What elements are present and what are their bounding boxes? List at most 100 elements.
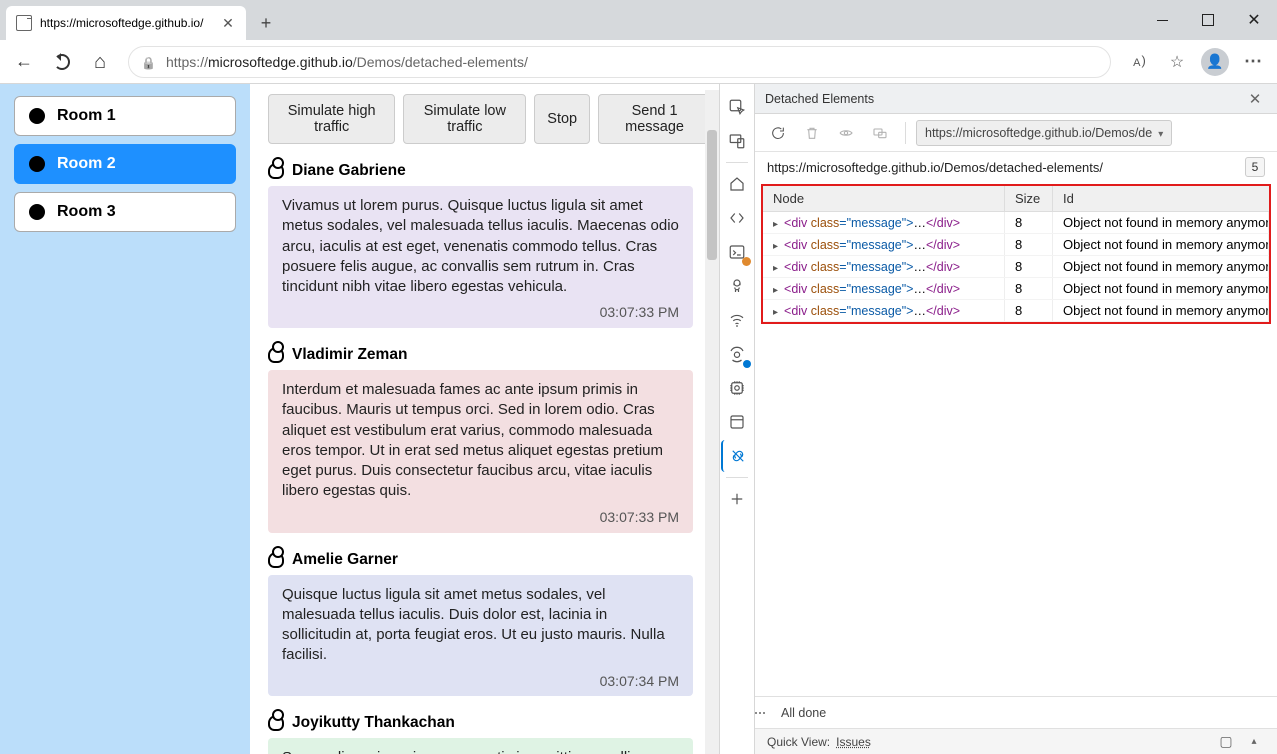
- nav-refresh-button[interactable]: [44, 44, 80, 80]
- page-scrollbar[interactable]: [705, 90, 719, 754]
- window-minimize-button[interactable]: [1139, 0, 1185, 40]
- frame-select[interactable]: https://microsoftedge.github.io/Demos/de: [916, 120, 1172, 146]
- send-message-button[interactable]: Send 1 message: [598, 94, 711, 144]
- detach-button[interactable]: [865, 118, 895, 148]
- room-status-dot: [29, 108, 45, 124]
- room-status-dot: [29, 204, 45, 220]
- message-author: Diane Gabriene: [268, 162, 693, 180]
- cell-id: Object not found in memory anymore: [1053, 300, 1269, 321]
- scrollbar-thumb[interactable]: [707, 130, 717, 260]
- tab-close-button[interactable]: ✕: [220, 15, 236, 31]
- cell-size: 8: [1005, 212, 1053, 233]
- detached-element-row[interactable]: <div class="message">…</div>8Object not …: [763, 300, 1269, 322]
- room-button-3[interactable]: Room 3: [14, 192, 236, 232]
- window-maximize-button[interactable]: [1185, 0, 1231, 40]
- collect-garbage-button[interactable]: [797, 118, 827, 148]
- column-header-node[interactable]: Node: [763, 186, 1005, 211]
- message: Amelie GarnerQuisque luctus ligula sit a…: [268, 551, 693, 697]
- expand-triangle-icon[interactable]: [773, 216, 778, 230]
- expand-triangle-icon[interactable]: [773, 238, 778, 252]
- detached-element-row[interactable]: <div class="message">…</div>8Object not …: [763, 234, 1269, 256]
- add-tool-button[interactable]: [721, 483, 753, 515]
- expand-triangle-icon[interactable]: [773, 282, 778, 296]
- devtools-tool-strip: [719, 84, 755, 754]
- cell-id: Object not found in memory anymore: [1053, 256, 1269, 277]
- devtools-close-button[interactable]: ✕: [1243, 87, 1267, 111]
- sources-tool-icon[interactable]: [721, 270, 753, 302]
- reading-mode-button[interactable]: [1121, 44, 1157, 80]
- person-icon: [268, 347, 284, 363]
- profile-button[interactable]: [1197, 44, 1233, 80]
- welcome-tool-icon[interactable]: [721, 168, 753, 200]
- inspect-element-icon[interactable]: [721, 91, 753, 123]
- message-body: Vivamus ut lorem purus. Quisque luctus l…: [282, 196, 679, 297]
- quick-view-label: Quick View:: [767, 735, 830, 749]
- room-label: Room 2: [57, 155, 116, 173]
- detached-element-row[interactable]: <div class="message">…</div>8Object not …: [763, 278, 1269, 300]
- cell-size: 8: [1005, 234, 1053, 255]
- favorite-button[interactable]: [1159, 44, 1195, 80]
- cell-size: 8: [1005, 278, 1053, 299]
- devtools-breadcrumb: https://microsoftedge.github.io/Demos/de…: [767, 160, 1103, 175]
- reveal-button[interactable]: [831, 118, 861, 148]
- person-icon: [268, 163, 284, 179]
- url-text: https://microsoftedge.github.io/Demos/de…: [166, 54, 528, 70]
- url-field[interactable]: https://microsoftedge.github.io/Demos/de…: [128, 46, 1111, 78]
- console-warning-badge: [742, 257, 751, 266]
- window-controls: ✕: [1139, 0, 1277, 40]
- detached-elements-tool-icon[interactable]: [721, 440, 753, 472]
- new-tab-button[interactable]: +: [252, 9, 280, 37]
- chevron-down-icon: [1158, 126, 1163, 140]
- devtools-more-button[interactable]: [745, 698, 775, 728]
- message-body: Quisque luctus ligula sit amet metus sod…: [282, 585, 679, 666]
- memory-tool-icon[interactable]: [721, 372, 753, 404]
- author-name: Vladimir Zeman: [292, 346, 407, 364]
- quick-view-dock-icon[interactable]: [1215, 731, 1237, 753]
- cell-id: Object not found in memory anymore: [1053, 234, 1269, 255]
- refresh-detached-button[interactable]: [763, 118, 793, 148]
- devtools-status-text: All done: [781, 706, 826, 720]
- detached-element-row[interactable]: <div class="message">…</div>8Object not …: [763, 212, 1269, 234]
- message-list: Diane Gabriene Vivamus ut lorem purus. Qu…: [268, 162, 711, 754]
- expand-triangle-icon[interactable]: [773, 304, 778, 318]
- devtools-panel-title: Detached Elements: [765, 92, 874, 106]
- person-icon: [268, 552, 284, 568]
- message-bubble: Suspendisse risus risus, venenatis in sa…: [268, 738, 693, 754]
- simulate-low-traffic-button[interactable]: Simulate low traffic: [403, 94, 526, 144]
- browser-tab[interactable]: https://microsoftedge.github.io/ ✕: [6, 6, 246, 40]
- traffic-controls: Simulate high traffic Simulate low traff…: [268, 94, 711, 144]
- author-name: Joyikutty Thankachan: [292, 714, 455, 732]
- nav-back-button[interactable]: [6, 44, 42, 80]
- detached-element-row[interactable]: <div class="message">…</div>8Object not …: [763, 256, 1269, 278]
- room-sidebar: Room 1 Room 2 Room 3: [0, 84, 250, 754]
- elements-tool-icon[interactable]: [721, 202, 753, 234]
- devtools-panel: Detached Elements ✕ https://microsoftedg…: [755, 84, 1277, 754]
- tab-title: https://microsoftedge.github.io/: [40, 16, 203, 30]
- cell-size: 8: [1005, 256, 1053, 277]
- column-header-id[interactable]: Id: [1053, 186, 1269, 211]
- network-tool-icon[interactable]: [721, 304, 753, 336]
- message-body: Suspendisse risus risus, venenatis in sa…: [282, 748, 679, 754]
- stop-button[interactable]: Stop: [534, 94, 590, 144]
- device-emulation-icon[interactable]: [721, 125, 753, 157]
- quick-view-expand-icon[interactable]: [1243, 731, 1265, 753]
- column-header-size[interactable]: Size: [1005, 186, 1053, 211]
- application-tool-icon[interactable]: [721, 406, 753, 438]
- expand-triangle-icon[interactable]: [773, 260, 778, 274]
- address-bar: https://microsoftedge.github.io/Demos/de…: [0, 40, 1277, 84]
- performance-info-badge: [743, 360, 751, 368]
- settings-menu-button[interactable]: [1235, 44, 1271, 80]
- simulate-high-traffic-button[interactable]: Simulate high traffic: [268, 94, 395, 144]
- room-button-2[interactable]: Room 2: [14, 144, 236, 184]
- performance-tool-icon[interactable]: [721, 338, 753, 370]
- cell-id: Object not found in memory anymore: [1053, 212, 1269, 233]
- quick-view-value[interactable]: Issues: [836, 735, 871, 749]
- chat-area: Simulate high traffic Simulate low traff…: [250, 84, 719, 754]
- message: Vladimir ZemanInterdum et malesuada fame…: [268, 346, 693, 532]
- nav-home-button[interactable]: [82, 44, 118, 80]
- quick-view-bar: Quick View: Issues: [755, 728, 1277, 754]
- room-button-1[interactable]: Room 1: [14, 96, 236, 136]
- console-tool-icon[interactable]: [721, 236, 753, 268]
- window-close-button[interactable]: ✕: [1231, 0, 1277, 40]
- message-bubble: Quisque luctus ligula sit amet metus sod…: [268, 575, 693, 697]
